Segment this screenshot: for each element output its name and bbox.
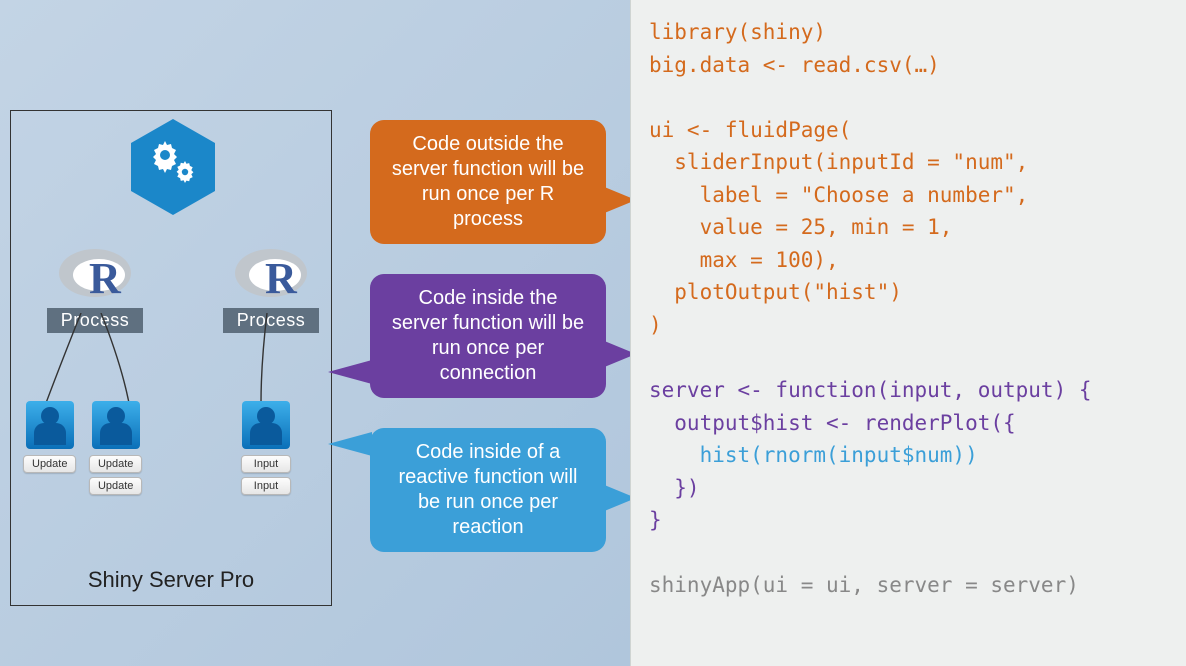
code-line: sliderInput(inputId = "num", — [649, 150, 1028, 174]
code-line: big.data <- read.csv(…) — [649, 53, 940, 77]
r-logo-icon: R — [231, 241, 311, 301]
callout-blue: Code inside of a reactive function will … — [370, 428, 606, 552]
svg-text:R: R — [265, 254, 298, 301]
code-line: } — [649, 508, 662, 532]
callout-orange: Code outside the server function will be… — [370, 120, 606, 244]
process-label: Process — [47, 308, 144, 333]
code-line: output$hist <- renderPlot({ — [649, 411, 1016, 435]
update-button[interactable]: Update — [23, 455, 76, 473]
callout-text: Code outside the server function will be… — [392, 133, 584, 230]
code-line: ui <- fluidPage( — [649, 118, 851, 142]
user-session: Update — [23, 401, 76, 473]
r-process-left: R Process — [35, 241, 155, 333]
callout-purple: Code inside the server function will be … — [370, 274, 606, 398]
user-icon — [26, 401, 74, 449]
update-button[interactable]: Update — [89, 455, 142, 473]
code-line: server <- function(input, output) { — [649, 378, 1092, 402]
code-line: shinyApp(ui = ui, server = server) — [649, 573, 1079, 597]
callout-text: Code inside of a reactive function will … — [399, 441, 578, 538]
code-line: hist(rnorm(input$num)) — [649, 443, 978, 467]
user-icon — [242, 401, 290, 449]
gears-icon — [147, 137, 199, 189]
r-process-right: R Process — [211, 241, 331, 333]
shiny-server-box: R Process R Process Update Update Update — [10, 110, 332, 606]
code-line: }) — [649, 476, 700, 500]
update-button[interactable]: Update — [89, 477, 142, 495]
code-line: value = 25, min = 1, — [649, 215, 952, 239]
code-line: max = 100), — [649, 248, 839, 272]
callout-text: Code inside the server function will be … — [392, 287, 584, 384]
callout-tail-icon — [328, 360, 372, 384]
callout-tail-icon — [328, 432, 372, 456]
input-button[interactable]: Input — [241, 455, 291, 473]
input-button[interactable]: Input — [241, 477, 291, 495]
user-session: Update Update — [89, 401, 142, 495]
code-line: plotOutput("hist") — [649, 280, 902, 304]
process-label: Process — [223, 308, 320, 333]
server-box-title: Shiny Server Pro — [11, 567, 331, 593]
code-line: library(shiny) — [649, 20, 826, 44]
svg-text:R: R — [89, 254, 122, 301]
users-right-group: Input Input — [237, 401, 307, 495]
r-logo-icon: R — [55, 241, 135, 301]
code-panel: library(shiny) big.data <- read.csv(…) u… — [630, 0, 1186, 666]
users-left-group: Update Update Update — [19, 401, 179, 495]
user-session: Input Input — [241, 401, 291, 495]
user-icon — [92, 401, 140, 449]
gears-hex-icon — [131, 119, 215, 215]
code-line: label = "Choose a number", — [649, 183, 1028, 207]
code-line: ) — [649, 313, 662, 337]
